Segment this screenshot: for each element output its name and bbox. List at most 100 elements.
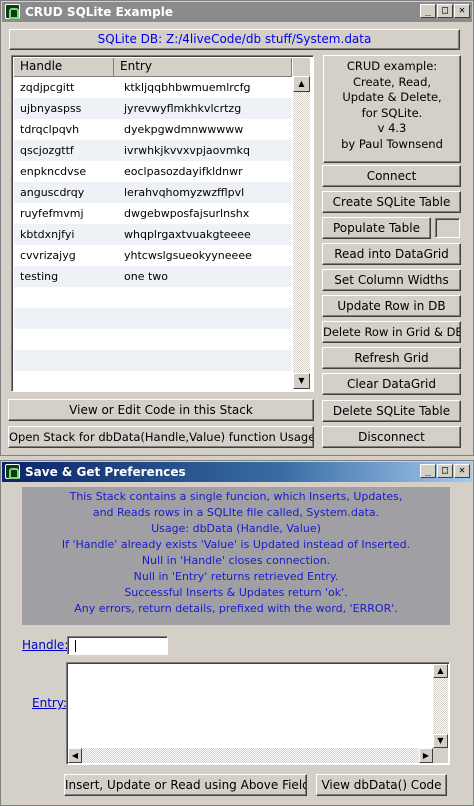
table-row[interactable]: cvvrizajyg yhtcwslgsueokyyneeee	[14, 245, 292, 266]
cell-handle: kbtdxnjfyi	[20, 228, 75, 241]
cell-handle: tdrqclpqvh	[20, 123, 80, 136]
description-line: This Stack contains a single funcion, wh…	[69, 490, 403, 503]
info-line: Update & Delete,	[342, 90, 442, 104]
entry-label[interactable]: Entry:	[32, 696, 67, 710]
text-caret	[75, 640, 76, 652]
cell-entry: lerahvqhomyzwzfflpvl	[124, 186, 245, 199]
table-row[interactable]: kbtdxnjfyi whqplrgaxtvuakgteeee	[14, 224, 292, 245]
scroll-up-icon[interactable]: ▲	[433, 664, 448, 678]
table-row[interactable]: qscjozgttf ivrwhkjkvvxvpjaovmkq	[14, 140, 292, 161]
delete-row-button[interactable]: Delete Row in Grid & DB	[322, 321, 461, 343]
empty-row	[14, 329, 292, 350]
table-row[interactable]: zqdjpcgitt ktkljqqbhbwmuemlrcfg	[14, 77, 292, 98]
empty-row	[14, 308, 292, 329]
cell-entry: dwgebwposfajsurlnshx	[124, 207, 250, 220]
description-line: Usage: dbData (Handle, Value)	[151, 522, 321, 535]
table-row[interactable]: testing one two	[14, 266, 292, 287]
info-panel: CRUD example: Create, Read, Update & Del…	[323, 55, 461, 163]
create-table-button[interactable]: Create SQLite Table	[322, 191, 461, 213]
cell-handle: qscjozgttf	[20, 144, 74, 157]
empty-row	[14, 287, 292, 308]
handle-label[interactable]: Handle:	[22, 638, 68, 652]
maximize-icon[interactable]: □	[437, 4, 453, 18]
table-row[interactable]: ruyfefmvmj dwgebwposfajsurlnshx	[14, 203, 292, 224]
column-header-entry[interactable]: Entry	[114, 58, 292, 77]
disconnect-button[interactable]: Disconnect	[322, 426, 461, 448]
grid-vertical-scrollbar[interactable]: ▲ ▼	[293, 58, 310, 389]
scroll-up-icon[interactable]: ▲	[293, 76, 310, 92]
scroll-left-icon[interactable]: ◀	[68, 748, 82, 763]
maximize-icon[interactable]: □	[437, 464, 453, 478]
minimize-icon[interactable]: _	[420, 4, 436, 18]
app-icon	[5, 4, 20, 19]
info-line: by Paul Townsend	[341, 136, 443, 151]
cell-entry: yhtcwslgsueokyyneeee	[124, 249, 252, 262]
clear-grid-button[interactable]: Clear DataGrid	[322, 373, 461, 395]
info-line: v 4.3	[377, 121, 407, 135]
empty-row	[14, 350, 292, 371]
open-stack-button[interactable]: Open Stack for dbData(Handle,Value) func…	[8, 426, 314, 448]
cell-entry: ivrwhkjkvvxvpjaovmkq	[124, 144, 250, 157]
populate-table-button[interactable]: Populate Table	[322, 217, 431, 239]
set-column-widths-button[interactable]: Set Column Widths	[322, 269, 461, 291]
table-row[interactable]: anguscdrqy lerahvqhomyzwzfflpvl	[14, 182, 292, 203]
entry-field[interactable]: ▲ ▼ ◀ ▶	[66, 662, 450, 765]
scroll-right-icon[interactable]: ▶	[419, 748, 433, 763]
refresh-grid-button[interactable]: Refresh Grid	[322, 347, 461, 369]
cell-entry: ktkljqqbhbwmuemlrcfg	[124, 81, 251, 94]
info-line: CRUD example:	[346, 59, 438, 73]
description-line: Null in 'Entry' returns retrieved Entry.	[133, 570, 339, 583]
scroll-down-icon[interactable]: ▼	[433, 734, 448, 748]
table-row[interactable]: enpkncdvse eoclpasozdayifkldnwr	[14, 161, 292, 182]
cell-handle: testing	[20, 270, 59, 283]
info-line: Create, Read,	[352, 74, 432, 89]
cell-handle: zqdjpcgitt	[20, 81, 75, 94]
view-code-button[interactable]: View or Edit Code in this Stack	[8, 399, 314, 421]
cell-handle: ujbnyaspss	[20, 102, 82, 115]
cell-entry: one two	[124, 270, 169, 283]
column-header-handle[interactable]: Handle	[14, 58, 114, 77]
description-line: Successful Inserts & Updates return 'ok'…	[124, 586, 348, 599]
scroll-down-icon[interactable]: ▼	[293, 373, 310, 389]
description-line: and Reads rows in a SQLIte file called, …	[92, 506, 380, 519]
empty-row	[14, 371, 292, 390]
window-title: CRUD SQLite Example	[25, 5, 173, 19]
table-row[interactable]: tdrqclpqvh dyekpgwdmnwwwww	[14, 119, 292, 140]
delete-table-button[interactable]: Delete SQLite Table	[322, 400, 461, 422]
description-line: Null in 'Handle' closes connection.	[141, 554, 331, 567]
title-bar[interactable]: CRUD SQLite Example _ □ ✕	[2, 2, 472, 22]
update-row-button[interactable]: Update Row in DB	[322, 295, 461, 317]
scrollbar-corner	[433, 748, 448, 763]
grid-body: zqdjpcgitt ktkljqqbhbwmuemlrcfg ujbnyasps…	[14, 77, 292, 390]
close-icon[interactable]: ✕	[454, 4, 470, 18]
data-grid[interactable]: Handle Entry zqdjpcgitt ktkljqqbhbwmuemlr…	[11, 55, 314, 392]
description-line: Any errors, return details, prefixed wit…	[74, 602, 398, 615]
entry-vertical-scrollbar[interactable]: ▲ ▼	[433, 664, 448, 748]
cell-entry: whqplrgaxtvuakgteeee	[124, 228, 251, 241]
entry-horizontal-scrollbar[interactable]: ◀ ▶	[68, 748, 433, 763]
db-path-label: SQLite DB: Z:/4liveCode/db stuff/System.…	[9, 29, 460, 50]
usage-description: This Stack contains a single funcion, wh…	[22, 487, 450, 625]
close-icon[interactable]: ✕	[454, 464, 470, 478]
cell-entry: dyekpgwdmnwwwww	[124, 123, 244, 136]
info-line: for SQLite.	[361, 105, 423, 120]
grid-header: Handle Entry	[14, 58, 292, 77]
read-into-grid-button[interactable]: Read into DataGrid	[322, 243, 461, 265]
table-row[interactable]: ujbnyaspss jyrevwyflmkhkvlcrtzg	[14, 98, 292, 119]
cell-entry: jyrevwyflmkhkvlcrtzg	[124, 102, 242, 115]
view-dbdata-code-button[interactable]: View dbData() Code	[316, 774, 447, 796]
window-title: Save & Get Preferences	[25, 465, 186, 479]
description-line: If 'Handle' already exists 'Value' is Up…	[61, 538, 411, 551]
cell-handle: ruyfefmvmj	[20, 207, 84, 220]
cell-handle: anguscdrqy	[20, 186, 85, 199]
minimize-icon[interactable]: _	[420, 464, 436, 478]
app-icon	[5, 464, 20, 479]
insert-update-read-button[interactable]: Insert, Update or Read using Above Field…	[64, 774, 307, 796]
handle-field[interactable]	[67, 636, 168, 655]
connect-button[interactable]: Connect	[322, 165, 461, 187]
title-bar[interactable]: Save & Get Preferences _ □ ✕	[2, 462, 472, 482]
cell-handle: enpkncdvse	[20, 165, 87, 178]
cell-handle: cvvrizajyg	[20, 249, 76, 262]
populate-count-field[interactable]	[435, 218, 460, 238]
cell-entry: eoclpasozdayifkldnwr	[124, 165, 243, 178]
